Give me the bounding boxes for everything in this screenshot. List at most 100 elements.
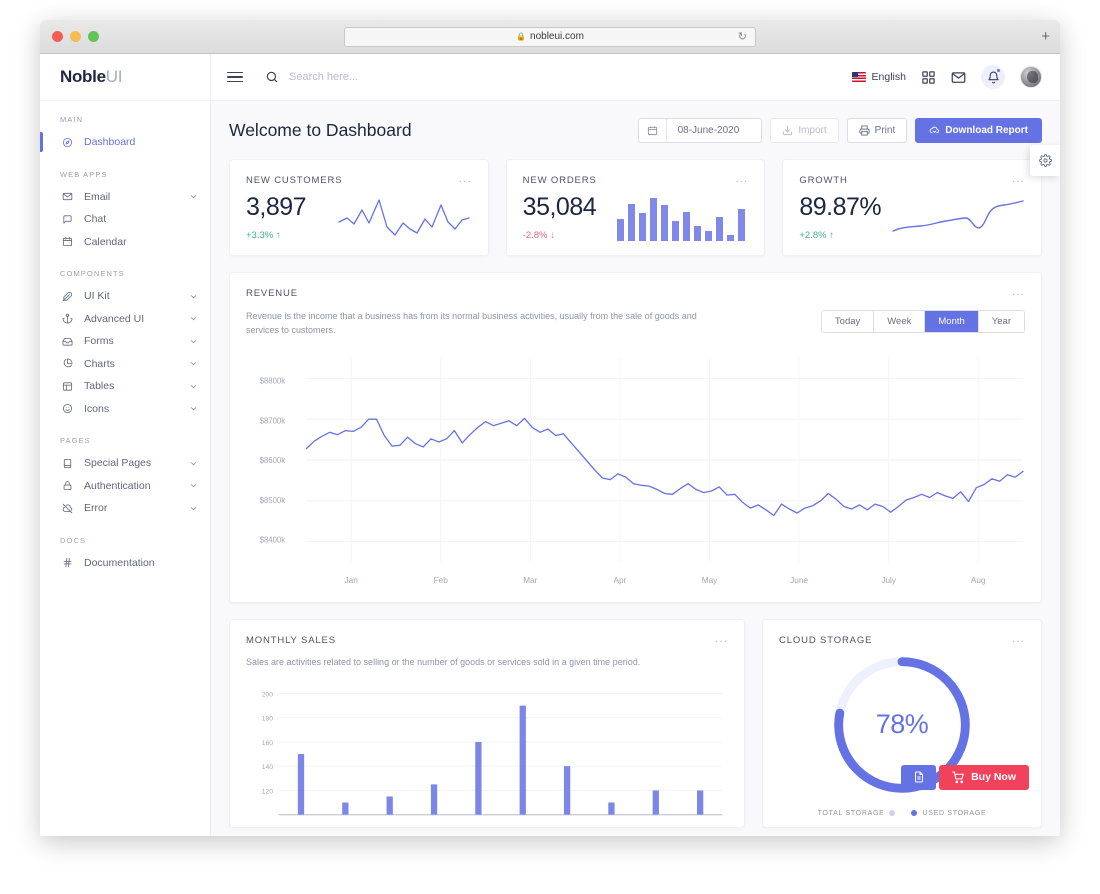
stat-delta: +3.3% ↑ — [246, 230, 281, 241]
lock-icon — [60, 479, 74, 493]
search-input[interactable] — [289, 71, 529, 83]
sidebar-item-tables[interactable]: Tables — [40, 375, 210, 398]
settings-float-button[interactable] — [1030, 145, 1060, 176]
table-icon — [62, 382, 72, 391]
sidebar-item-ui-kit[interactable]: UI Kit — [40, 285, 210, 308]
sales-bar — [430, 784, 438, 815]
sidebar-category-components: COMPONENTS — [60, 269, 125, 278]
sidebar-item-advanced-ui[interactable]: Advanced UI — [40, 308, 210, 331]
sidebar-item-forms[interactable]: Forms — [40, 330, 210, 353]
sidebar-item-label: Email — [84, 190, 111, 203]
download-report-button[interactable]: Download Report — [915, 118, 1042, 143]
sidebar-item-calendar[interactable]: Calendar — [40, 231, 210, 254]
card-menu-button[interactable]: ... — [459, 172, 472, 184]
app-shell: NobleUI MAIN Dashboard WEB APPS Email Chat Ca… — [40, 54, 1060, 836]
card-menu-button[interactable]: ... — [1012, 285, 1025, 297]
file-button[interactable] — [901, 764, 937, 790]
cloud-download-icon — [929, 126, 940, 134]
import-label: Import — [798, 125, 827, 136]
cloud-storage-donut: 78% Buy Now — [779, 648, 1029, 802]
revenue-card: REVENUE ... Revenue is the income that a… — [229, 272, 1042, 603]
stat-delta: -2.8% ↓ — [522, 230, 555, 241]
buy-now-button[interactable]: Buy Now — [939, 764, 1029, 790]
stat-title: NEW CUSTOMERS — [246, 175, 343, 186]
sidebar-item-label: Forms — [84, 335, 114, 348]
notifications-button[interactable] — [981, 65, 1005, 89]
stat-title: GROWTH — [799, 175, 848, 186]
revenue-x-tick: July — [881, 576, 897, 585]
sidebar-item-charts[interactable]: Charts — [40, 353, 210, 376]
import-button[interactable]: Import — [770, 118, 839, 143]
chevron-down-icon — [190, 484, 197, 488]
revenue-range-month[interactable]: Month — [925, 311, 979, 332]
calendar-icon — [60, 235, 74, 249]
revenue-range-selector: Today Week Month Year — [820, 310, 1025, 333]
sales-y-tick: 180 — [262, 715, 273, 722]
feather-icon — [60, 289, 74, 303]
lock-icon: 🔒 — [516, 32, 527, 41]
revenue-x-tick: Aug — [971, 576, 986, 585]
revenue-y-tick: $8600k — [260, 456, 286, 465]
revenue-range-today[interactable]: Today — [821, 311, 875, 332]
shopping-cart-icon — [952, 771, 964, 784]
page-content: Welcome to Dashboard 08-June-2020 Import… — [211, 101, 1060, 836]
revenue-description: Revenue is the income that a business ha… — [246, 311, 697, 335]
language-selector[interactable]: English — [851, 71, 906, 83]
close-window-button[interactable] — [52, 31, 63, 42]
brand-name-light: UI — [105, 67, 123, 86]
sidebar-item-error[interactable]: Error — [40, 497, 210, 520]
minimize-window-button[interactable] — [70, 31, 81, 42]
plus-icon[interactable]: + — [1041, 28, 1050, 45]
cloud-storage-legend: TOTAL STORAGE USED STORAGE — [779, 802, 1025, 827]
address-bar[interactable]: 🔒 nobleui.com ↻ — [344, 26, 756, 47]
sidebar-nav: MAIN Dashboard WEB APPS Email Chat Calendar CO… — [40, 101, 210, 574]
card-menu-button[interactable]: ... — [735, 172, 748, 184]
user-avatar[interactable] — [1020, 66, 1042, 88]
sales-bar — [563, 766, 571, 815]
stat-card-new-orders: NEW ORDERS ... 35,084 -2.8% ↓ — [505, 159, 766, 256]
chevron-down-icon — [190, 294, 197, 298]
sidebar-item-documentation[interactable]: Documentation — [40, 552, 210, 575]
revenue-chart: $8800k $8700k $8600k $8500k $8400k Jan Feb Mar A… — [246, 348, 1025, 594]
monthly-sales-chart: 200 180 160 140 120 — [246, 677, 728, 827]
sidebar-item-icons[interactable]: Icons — [40, 398, 210, 421]
page-actions: 08-June-2020 Import Print Download Repor… — [637, 118, 1042, 143]
revenue-x-tick: Apr — [613, 576, 626, 585]
hamburger-icon[interactable] — [227, 69, 243, 86]
card-menu-button[interactable]: ... — [1012, 172, 1025, 184]
compass-icon — [62, 137, 72, 147]
print-label: Print — [874, 125, 896, 136]
mail-icon — [60, 190, 74, 204]
inbox-icon — [60, 334, 74, 348]
print-button[interactable]: Print — [846, 118, 908, 143]
revenue-y-tick: $8500k — [260, 496, 286, 505]
sales-bar — [297, 753, 305, 815]
card-menu-button[interactable]: ... — [1012, 632, 1025, 644]
sales-y-tick: 160 — [262, 740, 273, 747]
sidebar-item-email[interactable]: Email — [40, 186, 210, 209]
revenue-y-tick: $8700k — [260, 416, 286, 425]
cloud-off-icon — [62, 503, 72, 514]
sidebar-item-label: Authentication — [84, 479, 151, 492]
revenue-range-week[interactable]: Week — [874, 311, 926, 332]
revenue-range-year[interactable]: Year — [978, 311, 1024, 332]
revenue-x-tick: June — [790, 576, 808, 585]
sidebar-item-label: Tables — [84, 380, 115, 393]
sidebar-item-authentication[interactable]: Authentication — [40, 475, 210, 498]
card-menu-button[interactable]: ... — [715, 632, 728, 644]
buy-now-label: Buy Now — [971, 771, 1016, 784]
sidebar-item-dashboard[interactable]: Dashboard — [40, 131, 210, 154]
reload-icon[interactable]: ↻ — [738, 30, 747, 43]
sidebar-item-chat[interactable]: Chat — [40, 208, 210, 231]
sidebar-item-label: UI Kit — [84, 290, 110, 303]
sidebar-item-special-pages[interactable]: Special Pages — [40, 452, 210, 475]
date-picker[interactable]: 08-June-2020 — [637, 118, 763, 143]
maximize-window-button[interactable] — [88, 31, 99, 42]
stat-card-new-customers: NEW CUSTOMERS ... 3,897 +3.3% ↑ — [229, 159, 489, 256]
mail-icon[interactable] — [951, 70, 966, 85]
revenue-x-tick: May — [702, 576, 718, 585]
legend-label: TOTAL STORAGE — [817, 809, 885, 817]
sales-bar — [608, 802, 615, 815]
brand-logo[interactable]: NobleUI — [40, 54, 210, 101]
grid-apps-icon[interactable] — [921, 70, 936, 85]
